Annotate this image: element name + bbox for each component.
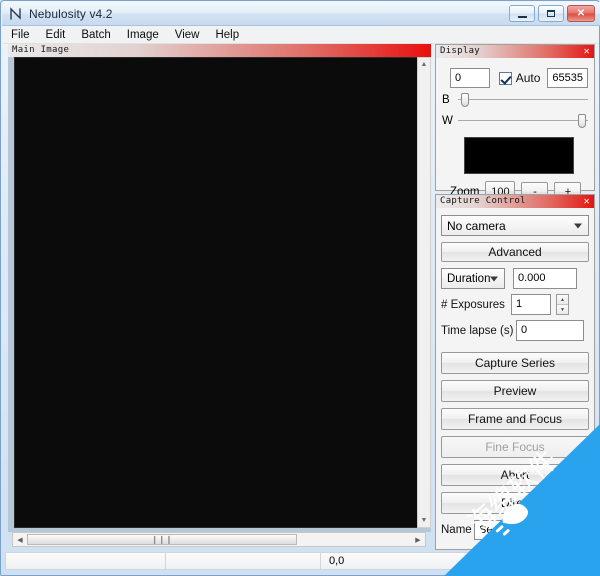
display-panel-body: 0 Auto 65535 B W Zoom 100 - + <box>436 58 594 210</box>
black-slider-label: B <box>442 94 450 106</box>
fine-focus-button: Fine Focus <box>441 436 589 458</box>
exposures-label: # Exposures <box>441 298 505 311</box>
auto-stretch-control[interactable]: Auto <box>498 71 541 85</box>
image-canvas-container: ▲ ▼ <box>8 57 431 532</box>
capture-panel-close-icon[interactable]: ✕ <box>584 195 590 208</box>
scroll-right-icon[interactable]: ▶ <box>411 533 425 546</box>
capture-panel-body: No camera Advanced Duration 0.000 # Expo… <box>436 208 594 550</box>
menu-item-help[interactable]: Help <box>207 28 247 42</box>
white-slider-track[interactable] <box>458 114 588 128</box>
camera-select-value: No camera <box>447 218 506 233</box>
horizontal-scroll-track[interactable] <box>297 533 411 546</box>
duration-input[interactable]: 0.000 <box>513 268 577 289</box>
chevron-down-icon <box>574 223 582 228</box>
minimize-button[interactable] <box>509 5 535 22</box>
preview-button[interactable]: Preview <box>441 380 589 402</box>
nebulosity-logo-icon <box>8 6 24 22</box>
image-canvas[interactable] <box>14 57 418 528</box>
menu-item-file[interactable]: File <box>3 28 38 42</box>
exposures-input[interactable]: 1 <box>511 294 551 315</box>
name-input[interactable]: Se <box>474 520 586 540</box>
display-levels-row: 0 Auto 65535 <box>442 68 588 88</box>
advanced-button[interactable]: Advanced <box>441 242 589 262</box>
capture-control-panel: Capture Control ✕ No camera Advanced Dur… <box>435 194 595 550</box>
horizontal-scroll-thumb[interactable]: ❙❙❙ <box>27 534 297 545</box>
exposure-mode-select[interactable]: Duration <box>441 268 505 289</box>
black-slider-line <box>458 99 588 100</box>
close-button[interactable]: ✕ <box>567 5 595 22</box>
black-slider-knob[interactable] <box>460 93 469 107</box>
menu-item-batch[interactable]: Batch <box>73 28 118 42</box>
timelapse-row: Time lapse (s) 0 <box>441 320 589 341</box>
content-area: Main Image ▲ ▼ ◀ ❙❙❙ ▶ Display ✕ 0 Auto … <box>3 44 599 550</box>
display-panel-title: Display <box>440 46 481 56</box>
timelapse-label: Time lapse (s) <box>441 324 514 337</box>
title-bar: Nebulosity v4.2 ✕ <box>2 2 600 26</box>
camera-select[interactable]: No camera <box>441 215 589 236</box>
auto-checkbox[interactable] <box>498 71 512 85</box>
close-icon: ✕ <box>576 7 586 19</box>
name-row: Name Se <box>441 520 589 540</box>
name-label: Name <box>441 524 472 536</box>
white-slider-knob[interactable] <box>577 114 586 128</box>
capture-series-button[interactable]: Capture Series <box>441 352 589 374</box>
stepper-up-icon[interactable]: ▲ <box>557 295 568 305</box>
duration-row: Duration 0.000 <box>441 268 589 289</box>
nebulosity-app-window: Nebulosity v4.2 ✕ File Edit Batch Image … <box>0 0 600 576</box>
display-panel-title-bar: Display ✕ <box>436 45 594 58</box>
directory-button[interactable]: Direc <box>441 492 589 514</box>
timelapse-input[interactable]: 0 <box>516 320 584 341</box>
status-cell-left <box>6 553 166 569</box>
minimize-icon <box>517 15 527 18</box>
menu-item-view[interactable]: View <box>167 28 208 42</box>
canvas-vertical-scrollbar[interactable]: ▲ ▼ <box>417 57 431 528</box>
main-image-pane: Main Image ▲ ▼ ◀ ❙❙❙ ▶ <box>5 44 433 550</box>
chevron-down-icon <box>490 276 498 281</box>
main-image-caption: Main Image <box>8 44 431 57</box>
maximize-icon <box>547 10 555 17</box>
window-frame: Nebulosity v4.2 ✕ File Edit Batch Image … <box>0 0 600 576</box>
white-slider-label: W <box>442 115 453 127</box>
scroll-down-icon[interactable]: ▼ <box>418 514 430 527</box>
capture-panel-title: Capture Control <box>440 196 526 206</box>
display-panel: Display ✕ 0 Auto 65535 B W Zoom 100 - + <box>435 44 595 202</box>
status-bar: 0,0 <box>5 552 597 570</box>
display-preview-thumbnail <box>464 137 574 174</box>
canvas-horizontal-scrollbar[interactable]: ◀ ❙❙❙ ▶ <box>12 532 426 547</box>
display-panel-close-icon[interactable]: ✕ <box>584 45 590 58</box>
black-level-input[interactable]: 0 <box>450 68 490 88</box>
window-title: Nebulosity v4.2 <box>29 6 113 21</box>
black-slider-track[interactable] <box>458 93 588 107</box>
auto-label: Auto <box>515 71 541 85</box>
menu-item-edit[interactable]: Edit <box>38 28 74 42</box>
black-slider-row: B <box>442 91 588 109</box>
exposure-mode-value: Duration <box>447 272 491 285</box>
frame-and-focus-button[interactable]: Frame and Focus <box>441 408 589 430</box>
scroll-up-icon[interactable]: ▲ <box>418 58 430 71</box>
exposures-row: # Exposures 1 ▲ ▼ <box>441 294 589 315</box>
exposures-stepper[interactable]: ▲ ▼ <box>556 294 569 315</box>
abort-button[interactable]: Abort <box>441 464 589 486</box>
white-slider-line <box>458 120 588 121</box>
canvas-horizontal-scroll-row: ◀ ❙❙❙ ▶ <box>8 532 431 548</box>
menu-bar: File Edit Batch Image View Help <box>3 26 599 44</box>
capture-panel-title-bar: Capture Control ✕ <box>436 195 594 208</box>
stepper-down-icon[interactable]: ▼ <box>557 305 568 314</box>
status-coordinates: 0,0 <box>329 555 345 567</box>
maximize-button[interactable] <box>538 5 564 22</box>
white-slider-row: W <box>442 112 588 130</box>
white-level-input[interactable]: 65535 <box>547 68 588 88</box>
status-cell-middle <box>166 553 321 569</box>
menu-item-image[interactable]: Image <box>119 28 167 42</box>
scroll-left-icon[interactable]: ◀ <box>13 533 27 546</box>
right-panel-column: Display ✕ 0 Auto 65535 B W Zoom 100 - + … <box>435 44 597 550</box>
window-controls: ✕ <box>509 5 595 22</box>
